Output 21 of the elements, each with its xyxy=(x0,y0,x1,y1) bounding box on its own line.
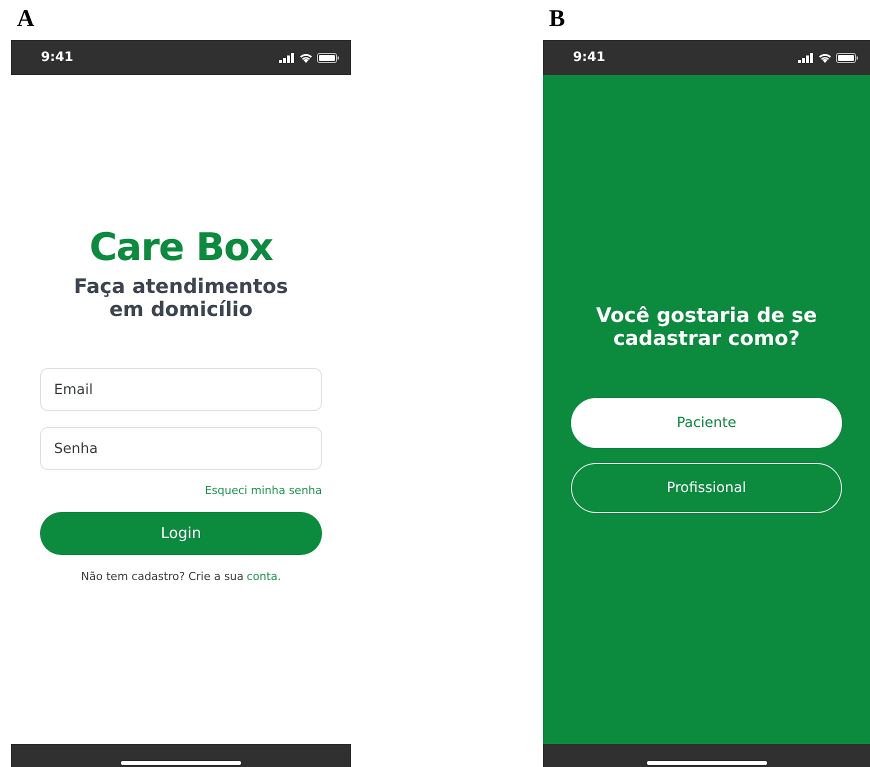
subtitle: Faça atendimentos em domicílio xyxy=(72,275,290,321)
signal-icon xyxy=(798,52,814,62)
status-time: 9:41 xyxy=(573,48,606,67)
battery-icon xyxy=(317,52,339,62)
forgot-password-link[interactable]: Esqueci minha senha xyxy=(204,483,322,500)
wifi-icon xyxy=(299,52,313,62)
input-field[interactable]: Email xyxy=(40,368,322,411)
question-title: Você gostaria de se cadastrar como? xyxy=(594,304,818,350)
option-button[interactable]: Paciente xyxy=(571,398,842,448)
signup-text: Não tem cadastro? Crie a sua xyxy=(81,568,244,584)
signup-link[interactable]: conta. xyxy=(246,568,281,585)
signal-icon xyxy=(279,52,295,62)
panel-label: B xyxy=(548,5,566,34)
battery-icon xyxy=(836,52,858,62)
option-button[interactable]: Profissional xyxy=(571,463,842,513)
input-field[interactable]: Senha xyxy=(40,427,322,470)
wifi-icon xyxy=(818,52,832,62)
status-time: 9:41 xyxy=(41,48,74,67)
app-logo: Care Box xyxy=(89,225,273,269)
panel-label: A xyxy=(16,5,36,34)
login-button[interactable]: Login xyxy=(40,512,322,554)
